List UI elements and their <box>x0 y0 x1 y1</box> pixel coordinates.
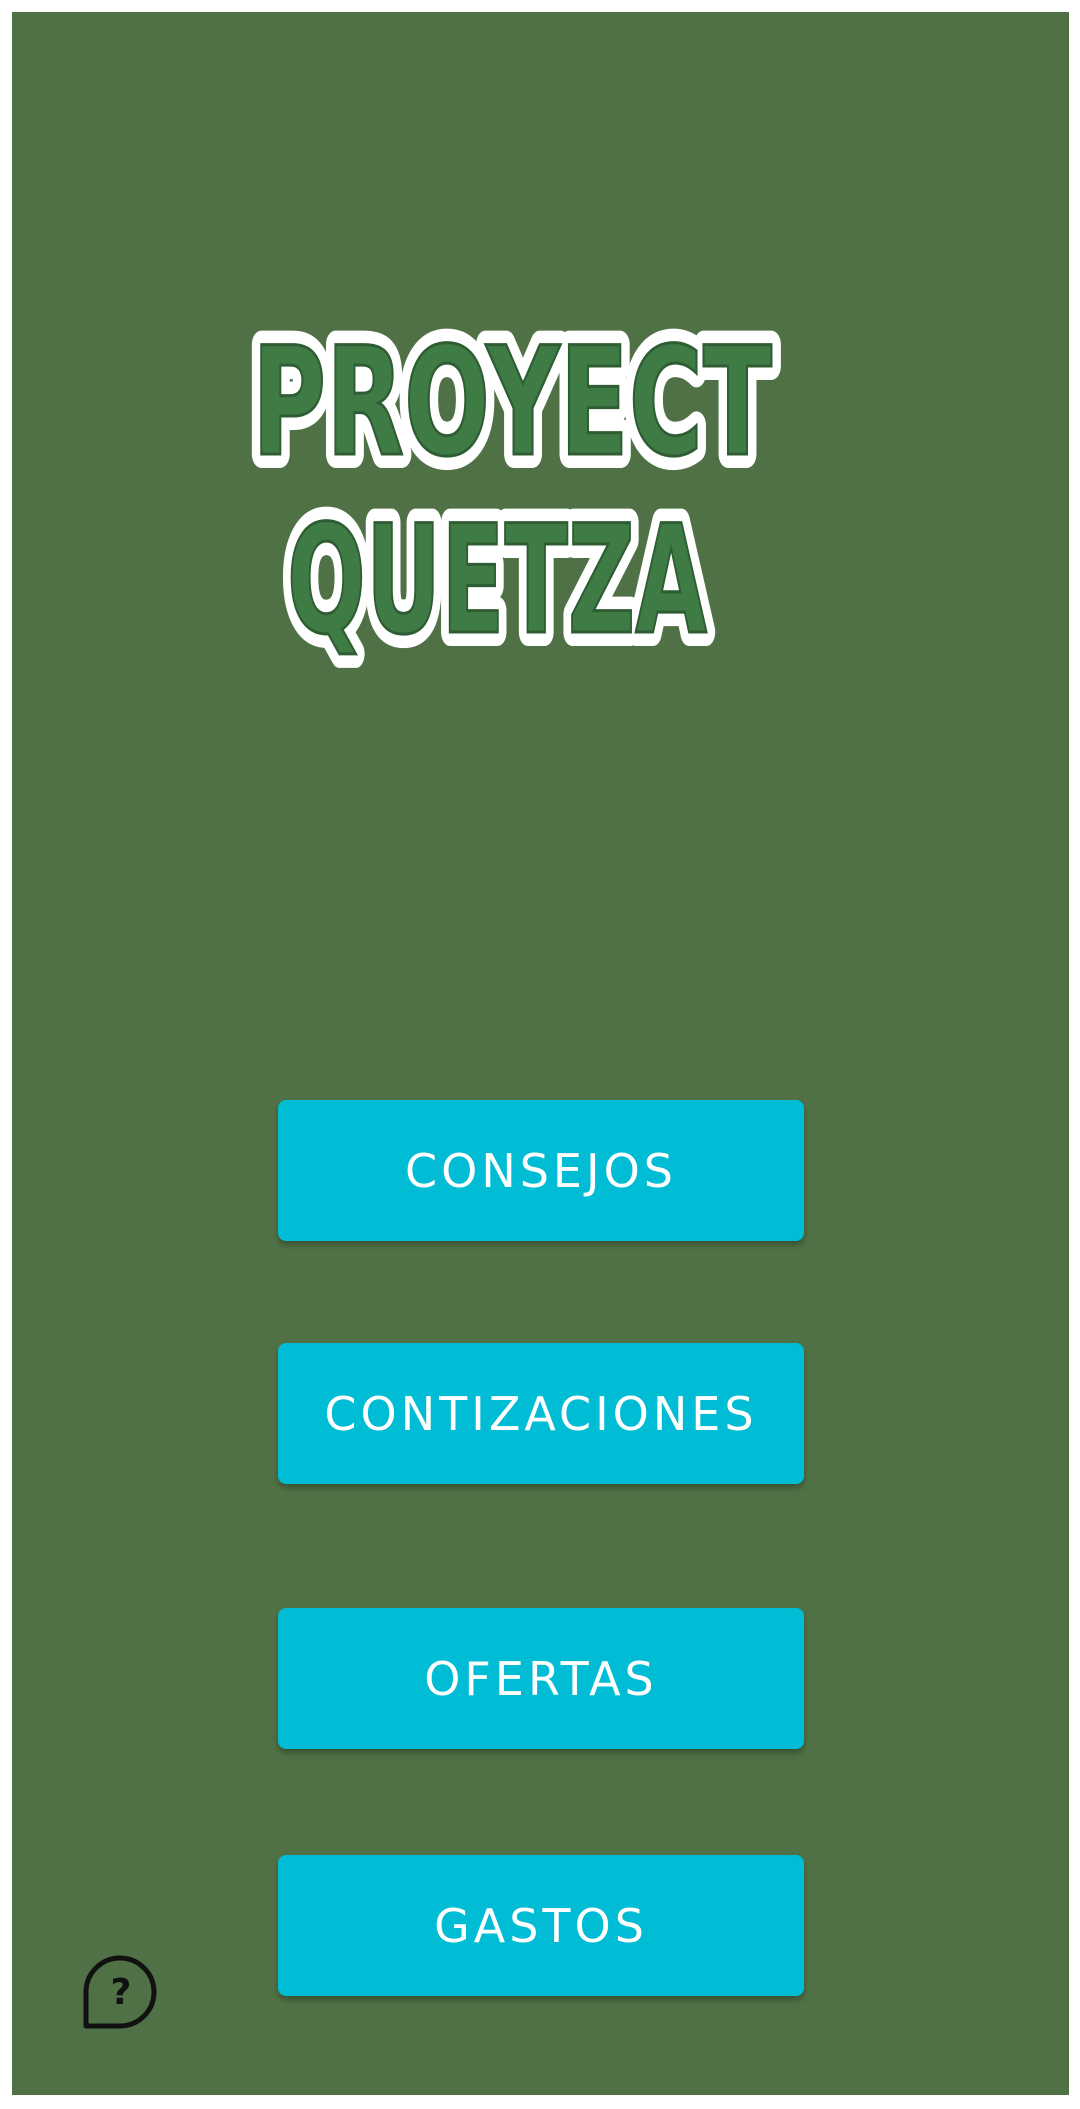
ofertas-button[interactable]: OFERTAS <box>278 1608 804 1749</box>
consejos-button[interactable]: CONSEJOS <box>278 1100 804 1241</box>
svg-text:?: ? <box>111 1972 132 2013</box>
logo-line1: PROYECT <box>252 316 772 490</box>
logo-line2: QUETZA <box>287 494 707 668</box>
app-screen: PROYECT PROYECT QUETZA QUETZA CONSEJOS C… <box>12 12 1069 2095</box>
contizaciones-button[interactable]: CONTIZACIONES <box>278 1343 804 1484</box>
app-logo: PROYECT PROYECT QUETZA QUETZA <box>212 302 812 682</box>
help-bubble-icon[interactable]: ? <box>80 1952 160 2032</box>
gastos-button[interactable]: GASTOS <box>278 1855 804 1996</box>
